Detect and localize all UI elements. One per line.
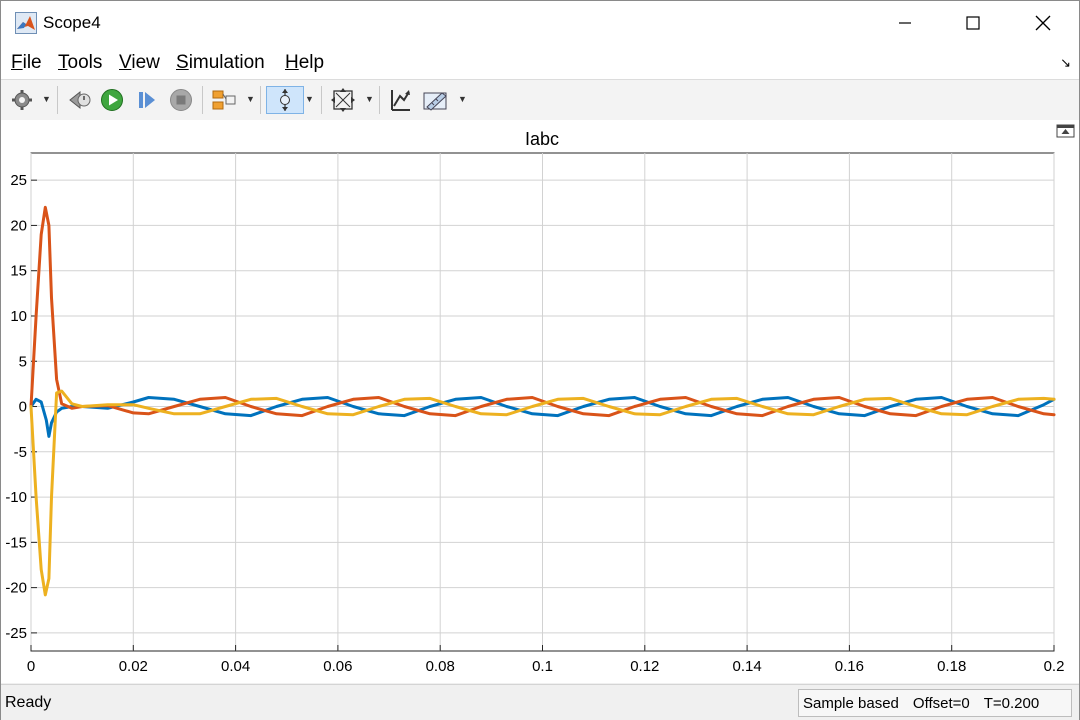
- step-forward-icon: [139, 92, 155, 108]
- menu-simulation-label: imulation: [188, 52, 265, 73]
- y-tick-label: 15: [10, 263, 27, 280]
- chart-title: Iabc: [525, 129, 559, 149]
- y-tick-label: -15: [5, 534, 27, 551]
- menu-tools-label: ools: [67, 52, 103, 73]
- undock-panel-icon[interactable]: [1056, 124, 1075, 138]
- undock-arrow-icon[interactable]: ↘: [1060, 55, 1071, 71]
- menu-file[interactable]: File: [11, 52, 42, 74]
- menu-tools[interactable]: Tools: [58, 52, 102, 74]
- sample-mode-text: Sample based: [803, 694, 899, 712]
- fit-to-view-icon: [331, 88, 355, 112]
- fit-to-view-button[interactable]: [328, 86, 358, 114]
- highlight-block-icon: [212, 90, 236, 110]
- step-forward-button[interactable]: [133, 86, 161, 114]
- toolbar-separator: [202, 86, 203, 114]
- maximize-button[interactable]: [939, 1, 1007, 45]
- gear-icon: [12, 90, 32, 110]
- settings-dropdown-icon[interactable]: ▼: [42, 94, 51, 104]
- toolbar: ▼ ▼ ▼ ▼ ▼: [1, 79, 1079, 121]
- stop-icon: [170, 89, 192, 111]
- x-tick-label: 0: [27, 658, 35, 675]
- menu-simulation-mnemonic: S: [176, 52, 189, 73]
- x-tick-label: 0.18: [937, 658, 966, 675]
- y-tick-label: -5: [14, 444, 27, 461]
- y-tick-label: 10: [10, 308, 27, 325]
- matlab-logo-icon: [15, 12, 37, 34]
- menu-view-mnemonic: V: [119, 52, 132, 73]
- scope-display: Iabc 0 0.02 0.04 0.06 0.08 0.1 0.12 0.14 0.16 0.1…: [1, 120, 1079, 683]
- y-tick-label: -10: [5, 489, 27, 506]
- measurements-button[interactable]: [420, 86, 452, 114]
- toolbar-separator: [379, 86, 380, 114]
- offset-text: Offset=0: [912, 694, 970, 712]
- menu-file-label: ile: [22, 52, 42, 73]
- fit-dropdown-icon[interactable]: ▼: [365, 94, 374, 104]
- step-back-button[interactable]: [65, 86, 95, 114]
- maximize-icon: [966, 16, 980, 30]
- measurements-dropdown-icon[interactable]: ▼: [458, 94, 467, 104]
- y-tick-label: 20: [10, 217, 27, 234]
- menu-help-label: elp: [298, 52, 325, 73]
- x-tick-label: 0.04: [221, 658, 250, 675]
- toolbar-separator: [321, 86, 322, 114]
- y-tick-label: -25: [5, 625, 27, 642]
- highlight-block-button[interactable]: [209, 86, 239, 114]
- x-tick-label: 0.2: [1044, 658, 1065, 675]
- toolbar-separator: [260, 86, 261, 114]
- x-tick-label: 0.08: [426, 658, 455, 675]
- window-title: Scope4: [43, 13, 101, 32]
- x-tick-label: 0.06: [323, 658, 352, 675]
- menu-bar: File Tools View Simulation Help ↘: [1, 45, 1079, 79]
- y-tick-label: 0: [19, 399, 27, 416]
- zoom-axes-icon: [280, 89, 290, 111]
- menu-view-label: iew: [131, 52, 160, 73]
- menu-help-mnemonic: H: [285, 52, 299, 73]
- scale-axes-icon: [391, 90, 410, 111]
- menu-help[interactable]: Help: [285, 52, 324, 74]
- menu-tools-mnemonic: T: [58, 52, 68, 73]
- scale-axes-button[interactable]: [386, 86, 414, 114]
- y-tick-label: -20: [5, 580, 27, 597]
- y-tick-label: 25: [10, 172, 27, 189]
- zoom-dropdown-icon[interactable]: ▼: [305, 94, 314, 104]
- menu-simulation[interactable]: Simulation: [176, 52, 265, 74]
- highlight-dropdown-icon[interactable]: ▼: [246, 94, 255, 104]
- toolbar-separator: [57, 86, 58, 114]
- scope-plot[interactable]: Iabc 0 0.02 0.04 0.06 0.08 0.1 0.12 0.14 0.16 0.1…: [1, 120, 1079, 683]
- run-icon: [101, 89, 123, 111]
- close-button[interactable]: [1009, 1, 1077, 45]
- minimize-button[interactable]: [871, 1, 939, 45]
- x-tick-label: 0.14: [732, 658, 761, 675]
- x-tick-label: 0.02: [119, 658, 148, 675]
- status-info-panel: Sample based Offset=0 T=0.200: [798, 689, 1072, 717]
- stop-button[interactable]: [167, 86, 195, 114]
- y-tick-label: 5: [19, 353, 27, 370]
- measurements-icon: [423, 92, 447, 111]
- time-text: T=0.200: [983, 694, 1040, 712]
- step-back-icon: [69, 90, 91, 110]
- status-bar: Ready Sample based Offset=0 T=0.200: [1, 684, 1079, 720]
- title-bar: Scope4: [1, 1, 1079, 45]
- scope-window: Scope4 File Tools View Simulation Help ↘…: [0, 0, 1080, 720]
- status-text: Ready: [5, 694, 52, 711]
- x-tick-label: 0.12: [630, 658, 659, 675]
- x-tick-label: 0.16: [835, 658, 864, 675]
- minimize-icon: [899, 22, 911, 24]
- menu-view[interactable]: View: [119, 52, 160, 74]
- close-icon: [1035, 15, 1051, 31]
- run-button[interactable]: [98, 86, 126, 114]
- x-tick-label: 0.1: [532, 658, 553, 675]
- menu-file-mnemonic: F: [11, 52, 23, 73]
- settings-button[interactable]: [9, 86, 35, 114]
- zoom-button[interactable]: [266, 86, 304, 114]
